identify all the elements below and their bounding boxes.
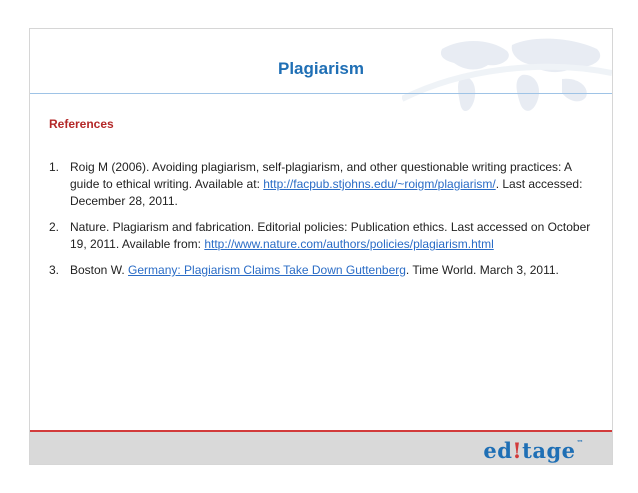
reference-text-after: . Time World. March 3, 2011. — [405, 263, 559, 277]
logo-text-prefix: ed — [483, 438, 513, 463]
reference-item: 1. Roig M (2006). Avoiding plagiarism, s… — [49, 159, 594, 210]
slide: Plagiarism References 1. Roig M (2006). … — [29, 28, 613, 465]
reference-link[interactable]: http://www.nature.com/authors/policies/p… — [204, 237, 493, 251]
reference-number: 1. — [49, 160, 60, 174]
reference-item: 3. Boston W. Germany: Plagiarism Claims … — [49, 262, 594, 279]
editage-logo: ed!tage™ — [483, 438, 584, 463]
logo-text-suffix: tage — [522, 438, 576, 463]
references-heading: References — [49, 117, 114, 131]
reference-number: 3. — [49, 263, 60, 277]
title-divider — [30, 93, 612, 94]
page-title: Plagiarism — [278, 59, 364, 78]
logo-mark: ! — [512, 438, 523, 463]
references-list: 1. Roig M (2006). Avoiding plagiarism, s… — [49, 159, 594, 288]
reference-link[interactable]: http://facpub.stjohns.edu/~roigm/plagiar… — [263, 177, 495, 191]
reference-text: Boston W. — [70, 263, 129, 277]
reference-item: 2. Nature. Plagiarism and fabrication. E… — [49, 219, 594, 253]
world-map-graphic — [402, 38, 612, 112]
reference-number: 2. — [49, 220, 60, 234]
reference-link[interactable]: Germany: Plagiarism Claims Take Down Gut… — [128, 263, 406, 277]
trademark-symbol: ™ — [576, 438, 584, 447]
